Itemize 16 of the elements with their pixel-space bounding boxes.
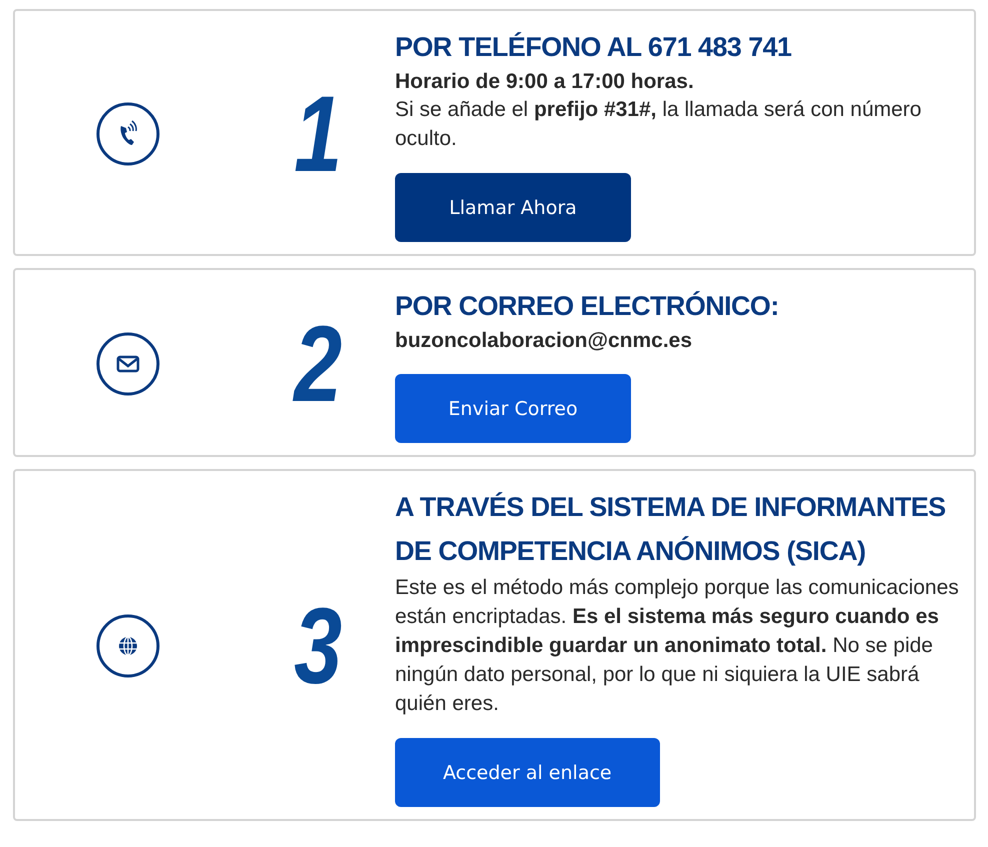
step-number: 1 [292,80,344,188]
card-title: POR TELÉFONO AL 671 483 741 [395,31,792,64]
description-text: Si se añade el prefijo #31#, la llamada será con número oculto. [395,97,922,152]
globe-icon [96,614,160,678]
action-button[interactable]: Llamar Ahora [395,173,631,242]
card-title: POR CORREO ELECTRÓNICO: [395,290,779,323]
step-number: 2 [292,310,344,418]
action-button[interactable]: Enviar Correo [395,374,631,443]
description-text: Este es el método más complejo porque las comunicaciones están encriptadas. Es el sistema más seguro cuando es imprescindible guardar un anonimato total. No se pide ningún dato personal, por lo que ni siquiera la UIE sabrá quién eres. [395,575,960,717]
description-text: buzoncolaboracion@cnmc.es [395,328,692,354]
description-text: Horario de 9:00 a 17:00 horas. [395,69,694,95]
envelope-icon [96,332,160,396]
action-button[interactable]: Acceder al enlace [395,738,660,807]
phone-icon [96,102,160,166]
card-title: A TRAVÉS DEL SISTEMA DE INFORMANTES DE COMPETENCIA ANÓNIMOS (SICA) [395,491,947,568]
step-number: 3 [292,592,344,700]
